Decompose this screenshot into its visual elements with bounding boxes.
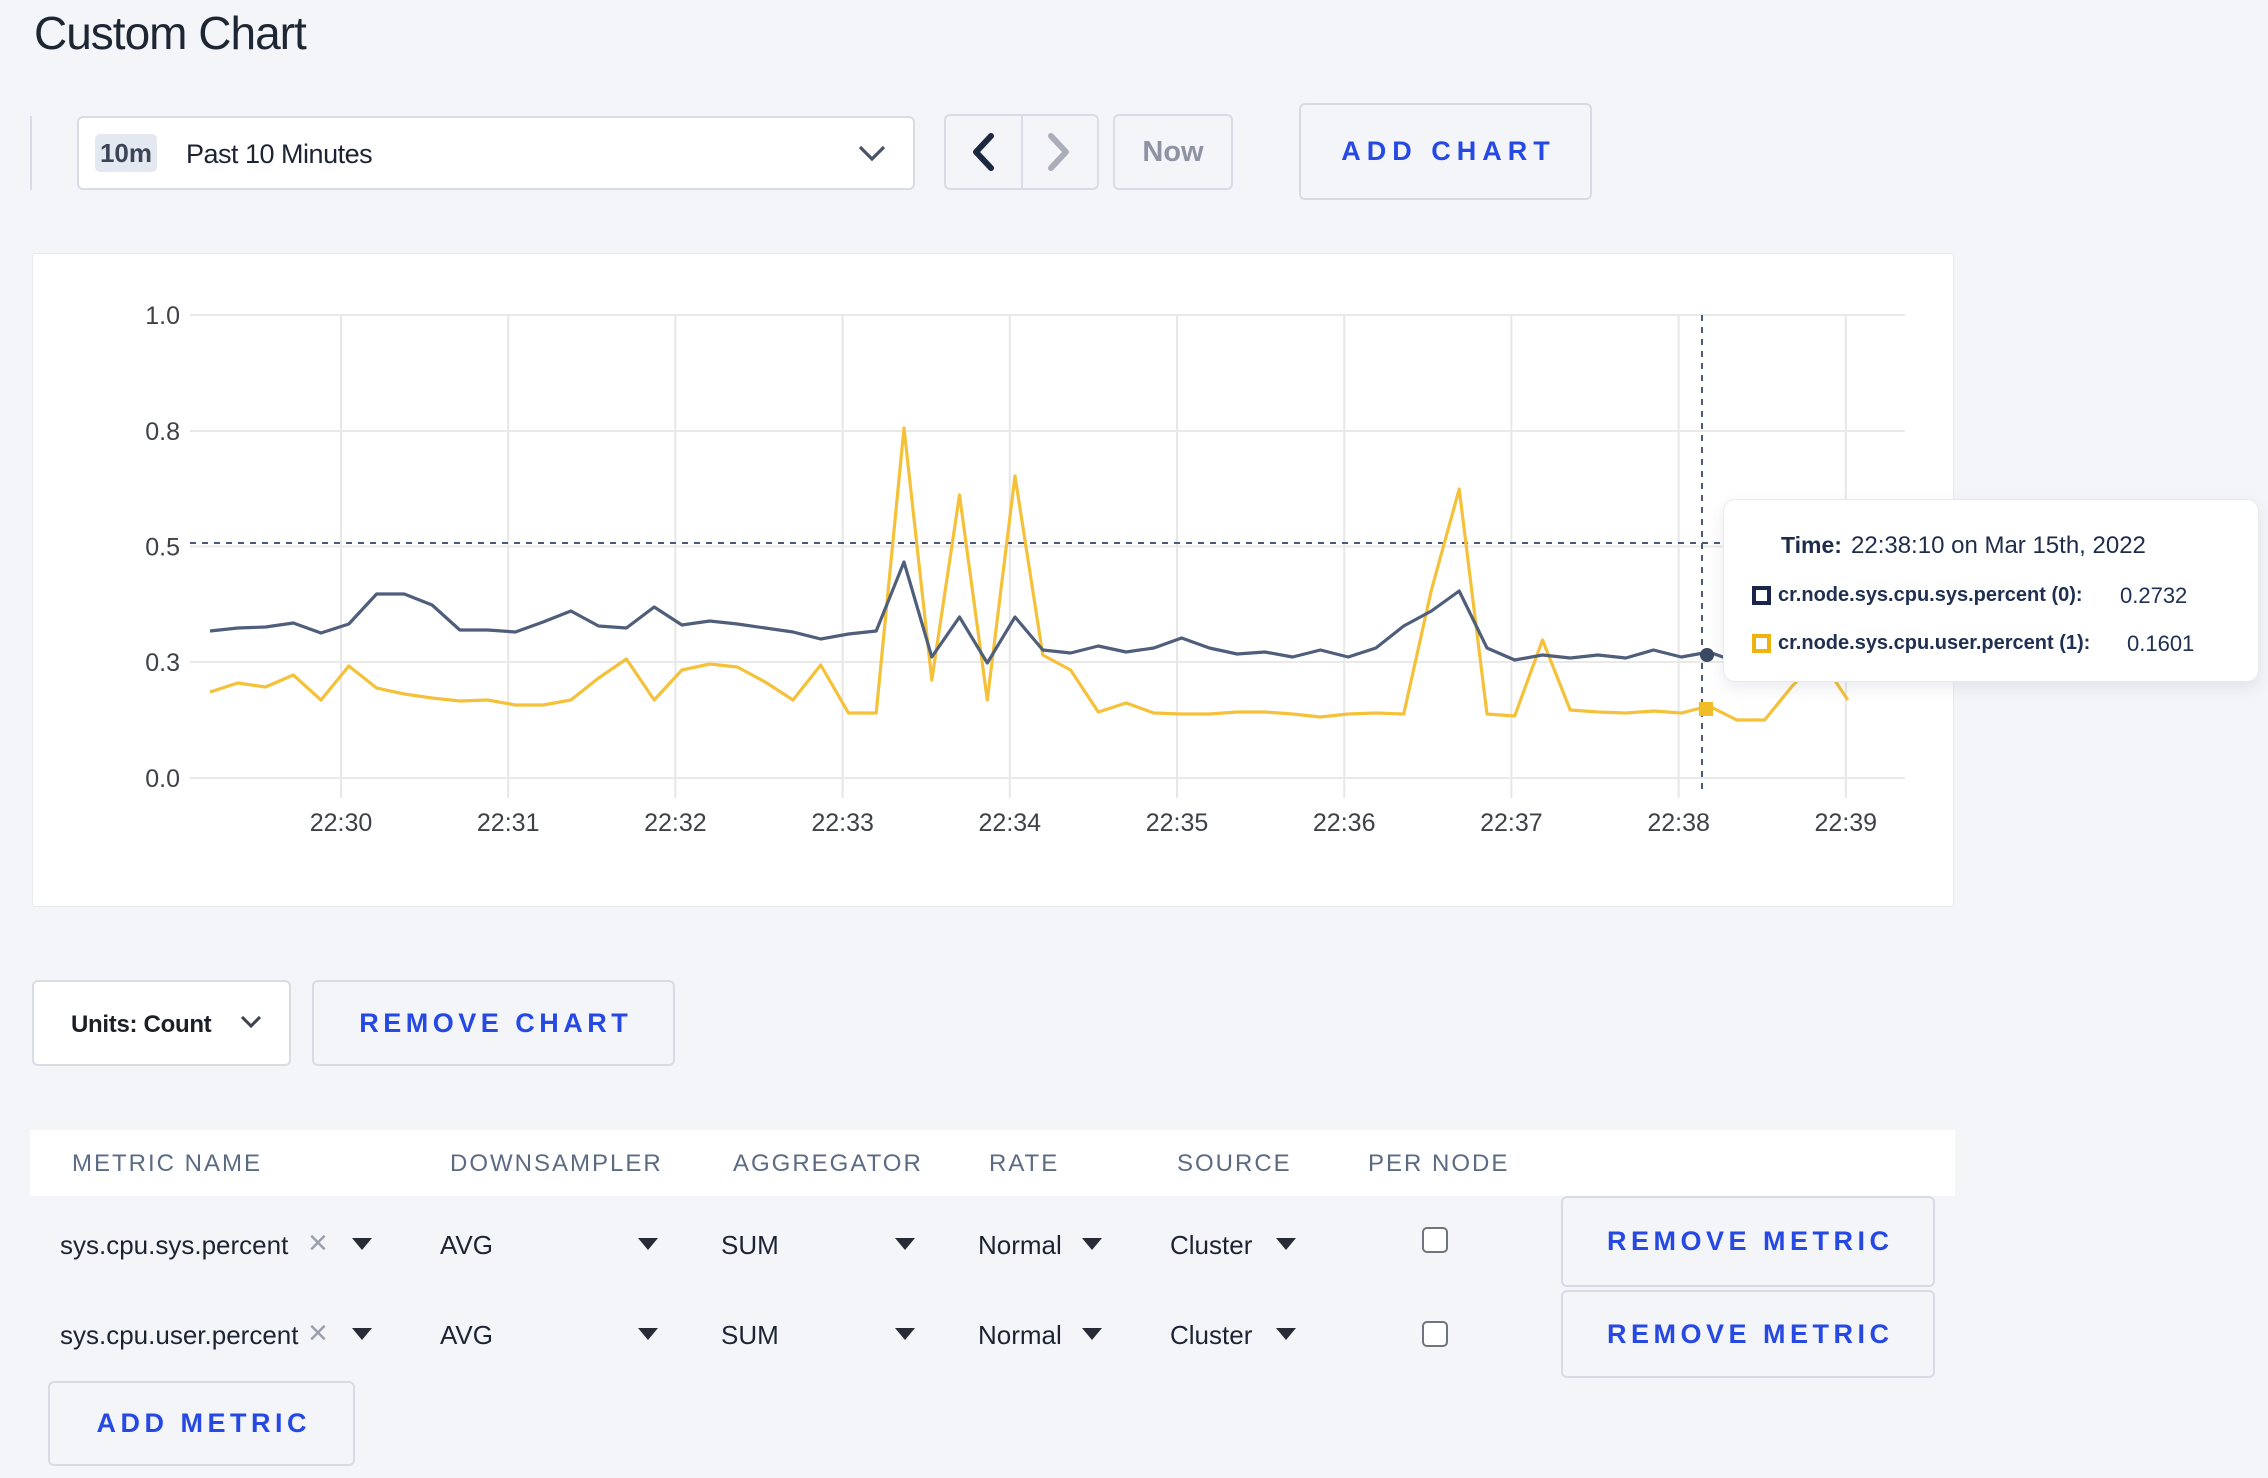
svg-text:22:31: 22:31 [477,809,540,837]
svg-text:22:38: 22:38 [1647,809,1710,837]
svg-text:22:34: 22:34 [979,809,1042,837]
svg-text:1.0: 1.0 [145,302,180,330]
svg-text:0.5: 0.5 [145,534,180,562]
svg-text:22:30: 22:30 [310,809,373,837]
svg-text:0.3: 0.3 [145,649,180,677]
svg-text:22:36: 22:36 [1313,809,1376,837]
svg-text:22:37: 22:37 [1480,809,1543,837]
svg-text:22:32: 22:32 [644,809,707,837]
svg-text:22:33: 22:33 [811,809,874,837]
svg-text:0.0: 0.0 [145,765,180,793]
svg-text:22:39: 22:39 [1815,809,1878,837]
svg-text:0.8: 0.8 [145,418,180,446]
svg-text:22:35: 22:35 [1146,809,1209,837]
